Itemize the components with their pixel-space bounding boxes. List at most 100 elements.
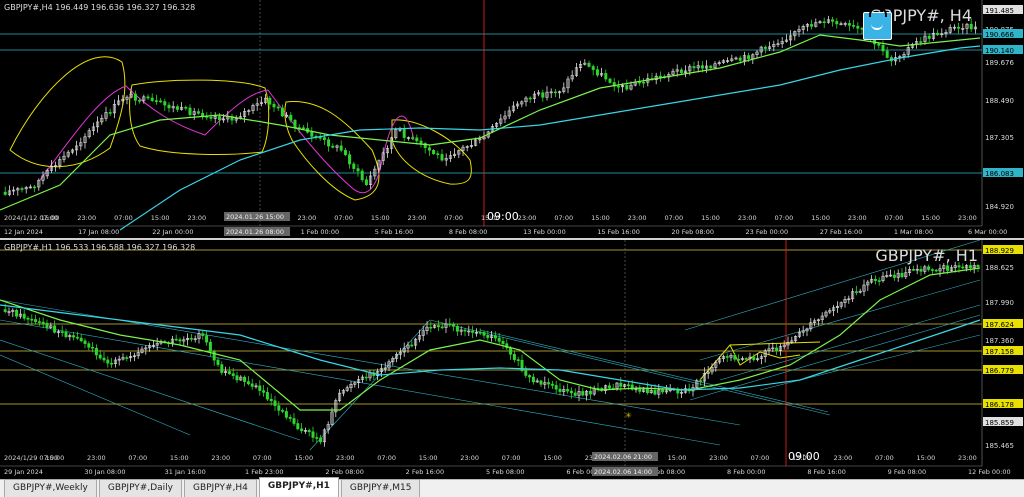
h4-candle-body: [20, 188, 24, 190]
h4-candle-body: [209, 116, 213, 119]
h1-candle-body: [189, 337, 193, 340]
h1-price-label: 187.990: [985, 299, 1014, 307]
h1-hour-label: 07:00: [377, 454, 396, 462]
h4-candle-body: [936, 32, 940, 36]
h4-crosshair-time: 2024.01.26 15:00: [226, 213, 284, 221]
h4-candle-body: [810, 24, 814, 27]
h4-time-label: 8 Feb 08:00: [449, 228, 488, 236]
h4-candle-body: [692, 66, 696, 69]
h4-candle-body: [608, 78, 612, 83]
h1-candle-body: [98, 354, 102, 359]
h4-chart-window[interactable]: 191.485190.875190.666190.140189.676188.4…: [0, 0, 1024, 238]
h1-candle-body: [201, 333, 205, 336]
h1-candle-body: [277, 405, 281, 411]
h1-price-label: 186.178: [985, 401, 1014, 409]
h4-hour-label: 07:00: [775, 214, 794, 222]
h1-candle-body: [661, 389, 665, 393]
trading-assistant-icon[interactable]: [863, 7, 892, 40]
h4-candle-body: [356, 168, 360, 172]
h4-candle-body: [108, 112, 112, 114]
h4-candle-body: [268, 97, 272, 105]
h1-candle-body: [281, 410, 285, 412]
h4-candle-body: [847, 23, 851, 26]
h1-candle-body: [946, 265, 950, 271]
h1-timeframe-label: GBPJPY#, H1: [875, 246, 978, 265]
h4-hour-label: 07:00: [444, 214, 463, 222]
h1-candle-body: [497, 337, 501, 342]
h4-price-label: 189.676: [985, 59, 1014, 67]
h1-candle-body: [919, 268, 923, 272]
h1-candle-body: [512, 354, 516, 360]
h1-candle-body: [79, 337, 83, 342]
h4-candle-body: [188, 107, 192, 115]
h1-candle-body: [265, 392, 269, 400]
h4-hour-label: 23:00: [187, 214, 206, 222]
h1-symbol-info: GBPJPY#,H1 196.533 196.588 196.327 196.3…: [4, 243, 196, 252]
h1-candle-body: [744, 358, 748, 360]
tab-h4[interactable]: GBPJPY#,H4: [183, 479, 257, 497]
h1-candle-body: [493, 335, 497, 339]
h1-crosshair-time: 2024.02.06 21:00: [594, 453, 652, 461]
tab-m15[interactable]: GBPJPY#,M15: [340, 479, 421, 497]
h1-candle-body: [892, 274, 896, 278]
h1-candle-body: [930, 269, 934, 271]
h1-candle-body: [227, 371, 231, 374]
h1-hour-label: 15:00: [917, 454, 936, 462]
h1-candle-body: [626, 384, 630, 387]
h1-hour-label: 23:00: [87, 454, 106, 462]
h1-candle-body: [531, 376, 535, 383]
h4-envelope-shape: [284, 101, 380, 201]
h1-candle-body: [34, 319, 38, 322]
h4-candle-body: [163, 101, 167, 106]
h4-candle-body: [276, 106, 280, 109]
h4-hour-label: 15:00: [811, 214, 830, 222]
h1-candle-body: [60, 331, 64, 333]
tab-daily[interactable]: GBPJPY#,Daily: [98, 479, 182, 497]
h1-candle-body: [573, 392, 577, 396]
h1-candle-body: [976, 265, 980, 268]
h4-candle-body: [33, 186, 37, 189]
h1-candle-body: [178, 339, 182, 342]
h4-candle-body: [322, 137, 326, 140]
h4-time-label: 5 Feb 16:00: [375, 228, 414, 236]
h1-price-plot[interactable]: ✳ 188.929 188.625 187.990 187.624 187.360 187.…: [0, 240, 1024, 478]
h1-candle-body: [45, 322, 49, 328]
h4-candle-body: [625, 85, 629, 90]
h1-candle-body: [961, 266, 965, 269]
tab-weekly[interactable]: GBPJPY#,Weekly: [4, 479, 97, 497]
h4-candle-body: [763, 46, 767, 49]
h1-candle-body: [524, 370, 528, 376]
h1-candle-body: [509, 347, 513, 355]
h4-candle-body: [877, 43, 881, 46]
h1-candle-body: [292, 418, 296, 424]
h1-price-label: 185.859: [985, 419, 1014, 427]
h1-candle-body: [106, 359, 110, 364]
h1-candle-body: [288, 417, 292, 419]
h1-candle-body: [478, 331, 482, 334]
h1-candle-body: [300, 428, 304, 432]
h1-candle-body: [94, 347, 98, 356]
h4-candle-body: [133, 93, 137, 101]
h4-candle-body: [553, 91, 557, 94]
h4-candle-body: [604, 73, 608, 80]
h4-candle-body: [700, 65, 704, 69]
h4-candle-body: [175, 106, 179, 110]
h1-candle-body: [733, 355, 737, 360]
h1-chart-window[interactable]: ✳ 188.929 188.625 187.990 187.624 187.360 187.…: [0, 240, 1024, 478]
h1-candle-body: [854, 291, 858, 293]
h1-candle-body: [448, 323, 452, 326]
h1-hour-label: 23:00: [834, 454, 853, 462]
h1-candle-body: [455, 326, 459, 332]
h1-candle-body: [486, 335, 490, 338]
h1-hour-label: 23:00: [211, 454, 230, 462]
h4-candle-body: [138, 100, 142, 102]
h1-candle-body: [208, 341, 212, 352]
h1-hour-label: 23:00: [958, 454, 977, 462]
h4-candle-body: [289, 114, 293, 121]
tab-h1[interactable]: GBPJPY#,H1: [258, 477, 339, 497]
h1-candle-body: [30, 318, 34, 321]
h1-candle-body: [429, 326, 433, 329]
h1-candle-body: [927, 266, 931, 270]
h1-candle-body: [231, 373, 235, 376]
h1-candle-body: [539, 380, 543, 385]
